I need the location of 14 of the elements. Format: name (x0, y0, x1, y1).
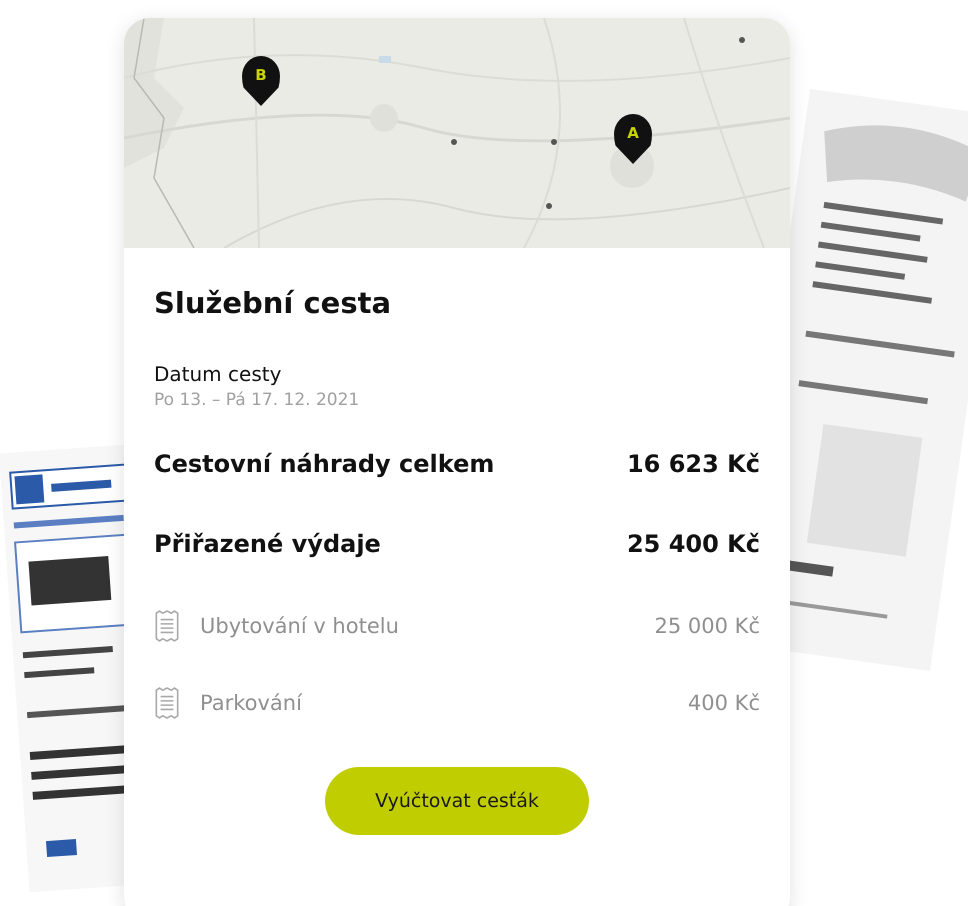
expense-amount: 400 Kč (688, 691, 760, 715)
expense-amount: 25 000 Kč (654, 614, 760, 638)
total-amount: 16 623 Kč (626, 450, 760, 478)
settle-button[interactable]: Vyúčtovat cesťák (325, 767, 589, 835)
date-label: Datum cesty (154, 362, 282, 386)
date-value: Po 13. – Pá 17. 12. 2021 (154, 390, 360, 410)
total-amount: 25 400 Kč (626, 530, 760, 558)
total-label: Přiřazené výdaje (154, 530, 381, 558)
receipt-icon (154, 610, 180, 642)
total-label: Cestovní náhrady celkem (154, 450, 494, 478)
expense-label: Ubytování v hotelu (200, 614, 400, 638)
receipt-icon (154, 687, 180, 719)
expense-label: Parkování (200, 691, 304, 715)
card-title: Služební cesta (154, 286, 392, 320)
